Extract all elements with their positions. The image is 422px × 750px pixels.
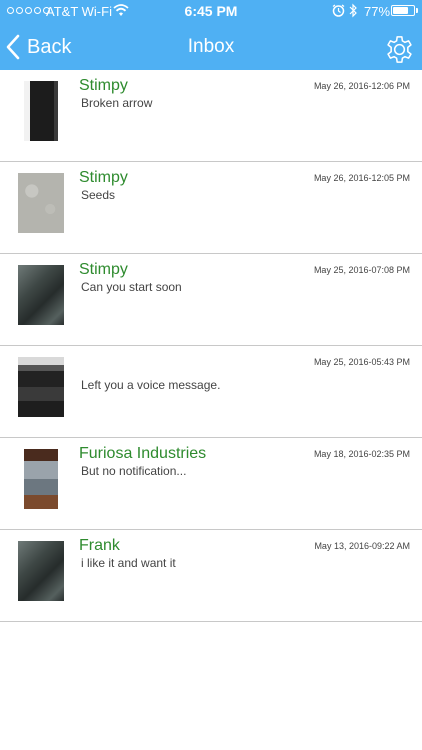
message-thumbnail xyxy=(18,541,64,601)
message-thumbnail xyxy=(18,265,64,325)
message-preview: Broken arrow xyxy=(81,96,153,110)
message-row[interactable]: Furiosa Industries But no notification..… xyxy=(0,438,422,530)
message-thumbnail xyxy=(18,173,64,233)
inbox-list: Stimpy Broken arrow May 26, 2016-12:06 P… xyxy=(0,70,422,622)
message-row[interactable]: Stimpy Broken arrow May 26, 2016-12:06 P… xyxy=(0,70,422,162)
sender-name: Furiosa Industries xyxy=(79,445,207,462)
message-timestamp: May 25, 2016-05:43 PM xyxy=(313,357,410,367)
message-thumbnail xyxy=(24,81,58,141)
message-timestamp: May 25, 2016-07:08 PM xyxy=(313,265,410,275)
sender-name: Frank xyxy=(79,537,120,554)
message-thumbnail xyxy=(18,357,64,417)
message-timestamp: May 26, 2016-12:05 PM xyxy=(313,173,410,183)
message-row[interactable]: Frank i like it and want it May 13, 2016… xyxy=(0,530,422,622)
sender-name: Stimpy xyxy=(79,77,128,94)
message-timestamp: May 13, 2016-09:22 AM xyxy=(314,541,410,551)
message-row[interactable]: Stimpy Can you start soon May 25, 2016-0… xyxy=(0,254,422,346)
message-thumbnail xyxy=(24,449,58,509)
nav-bar: Back Inbox xyxy=(0,22,422,70)
gear-icon[interactable] xyxy=(384,34,415,65)
bluetooth-icon xyxy=(349,3,357,18)
message-timestamp: May 18, 2016-02:35 PM xyxy=(313,449,410,459)
message-preview: Seeds xyxy=(81,188,116,202)
message-preview: But no notification... xyxy=(81,464,187,478)
message-row[interactable]: Stimpy Seeds May 26, 2016-12:05 PM xyxy=(0,162,422,254)
message-timestamp: May 26, 2016-12:06 PM xyxy=(313,81,410,91)
status-bar: AT&T Wi-Fi 6:45 PM 77% xyxy=(0,0,422,22)
message-row[interactable]: Left you a voice message. May 25, 2016-0… xyxy=(0,346,422,438)
alarm-icon xyxy=(332,4,345,17)
battery-level xyxy=(393,7,409,14)
sender-name: Stimpy xyxy=(79,169,128,186)
message-preview: Can you start soon xyxy=(81,280,182,294)
message-preview: Left you a voice message. xyxy=(81,378,221,392)
top-bar: AT&T Wi-Fi 6:45 PM 77% Back Inbox xyxy=(0,0,422,70)
battery-icon xyxy=(391,5,415,16)
page-title: Inbox xyxy=(187,36,235,57)
message-preview: i like it and want it xyxy=(81,556,176,570)
battery-percent: 77% xyxy=(364,4,391,19)
battery-tip xyxy=(416,8,418,13)
clock: 6:45 PM xyxy=(184,3,238,19)
sender-name: Stimpy xyxy=(79,261,128,278)
